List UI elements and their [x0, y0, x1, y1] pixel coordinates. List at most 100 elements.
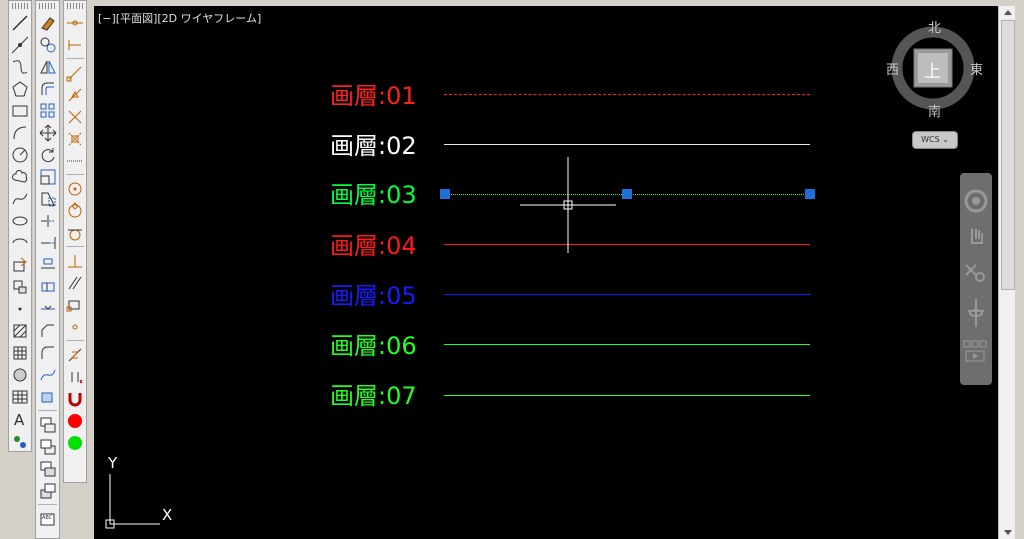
snap-from-icon: [68, 40, 81, 50]
trim-button[interactable]: [37, 210, 59, 231]
explode-button[interactable]: [37, 386, 59, 407]
offset-button[interactable]: [37, 78, 59, 99]
snap-none-button[interactable]: [64, 366, 86, 387]
snap-midpoint-button[interactable]: [64, 84, 86, 105]
snap-perpendicular-button[interactable]: [64, 250, 86, 271]
move-button[interactable]: [37, 122, 59, 143]
construction-line-button[interactable]: [9, 34, 31, 55]
polygon-button[interactable]: [9, 78, 31, 99]
layer-line-05[interactable]: [444, 294, 810, 295]
toolbar-grip[interactable]: [39, 3, 56, 9]
array-button[interactable]: [37, 100, 59, 121]
bring-above-button[interactable]: [37, 458, 59, 479]
viewport-label[interactable]: [−][平面図][2D ワイヤフレーム]: [98, 10, 261, 26]
line-tool-button[interactable]: [9, 12, 31, 33]
layer-line-06[interactable]: [444, 344, 810, 345]
quadrant-icon: [68, 202, 82, 218]
arc-button[interactable]: [9, 122, 31, 143]
drawing-canvas[interactable]: [−][平面図][2D ワイヤフレーム] 画層:01 画層:02 画層:03 画…: [94, 6, 998, 539]
erase-button[interactable]: [37, 12, 59, 33]
revision-cloud-button[interactable]: [9, 166, 31, 187]
mirror-button[interactable]: [37, 56, 59, 77]
snap-node-button[interactable]: [64, 316, 86, 337]
circle-button[interactable]: [9, 144, 31, 165]
green-dot-button[interactable]: [64, 432, 86, 453]
selection-grip-mid[interactable]: [622, 189, 632, 199]
wcs-menu-button[interactable]: WCS ⌄: [912, 131, 958, 149]
cloud-icon: [11, 169, 28, 183]
eraser-icon: [40, 17, 55, 31]
send-under-button[interactable]: [37, 480, 59, 501]
rectangle-button[interactable]: [9, 100, 31, 121]
point-button[interactable]: [9, 298, 31, 319]
extend-button[interactable]: [37, 232, 59, 253]
selection-grip-start[interactable]: [440, 189, 450, 199]
create-block-button[interactable]: [9, 276, 31, 297]
compass-east[interactable]: 東: [970, 59, 983, 78]
text-order-icon: ABC: [40, 513, 54, 526]
snap-endpoint-button[interactable]: [64, 62, 86, 83]
snap-insert-button[interactable]: [64, 294, 86, 315]
midpoint-icon: [68, 88, 82, 102]
bring-to-front-button[interactable]: [37, 414, 59, 435]
layer-label-03: 画層:03: [330, 181, 417, 209]
scroll-down-arrow[interactable]: [1004, 530, 1012, 535]
layer-line-01[interactable]: [444, 94, 810, 95]
scroll-up-arrow[interactable]: [1004, 10, 1012, 15]
snap-center-button[interactable]: [64, 178, 86, 199]
snap-parallel-button[interactable]: [64, 272, 86, 293]
snap-nearest-button[interactable]: [64, 344, 86, 365]
layer-line-07[interactable]: [444, 395, 810, 396]
layer-line-02[interactable]: [444, 144, 810, 145]
chamfer-button[interactable]: [37, 320, 59, 341]
snap-apparent-intersection-button[interactable]: [64, 128, 86, 149]
draw-order-icon: [40, 417, 55, 433]
snap-quadrant-button[interactable]: [64, 200, 86, 221]
blend-curves-button[interactable]: [37, 364, 59, 385]
ellipse-button[interactable]: [9, 210, 31, 231]
explode-icon: [41, 392, 52, 403]
join-button[interactable]: [37, 298, 59, 319]
table-button[interactable]: [9, 386, 31, 407]
snap-intersection-button[interactable]: [64, 106, 86, 127]
polyline-button[interactable]: [9, 56, 31, 77]
insert-block-icon: [13, 257, 27, 272]
break-at-point-button[interactable]: [37, 254, 59, 275]
toolbar-grip[interactable]: [12, 3, 28, 9]
insert-block-button[interactable]: [9, 254, 31, 275]
toolbar-grip[interactable]: [67, 3, 83, 9]
snap-extension-button[interactable]: [64, 150, 86, 171]
region-button[interactable]: [9, 364, 31, 385]
spline-button[interactable]: [9, 188, 31, 209]
hatch-button[interactable]: [9, 320, 31, 341]
compass-south[interactable]: 南: [928, 101, 941, 120]
layer-label-02: 画層:02: [330, 132, 417, 160]
text-button[interactable]: A: [9, 408, 31, 429]
xline-icon: [11, 36, 29, 54]
viewcube-top-face[interactable]: 上: [924, 57, 941, 82]
stretch-button[interactable]: [37, 188, 59, 209]
scale-button[interactable]: [37, 166, 59, 187]
compass-north[interactable]: 北: [928, 17, 941, 36]
copy-button[interactable]: [37, 34, 59, 55]
rotate-button[interactable]: [37, 144, 59, 165]
vertical-scrollbar[interactable]: [998, 6, 1016, 539]
text-to-front-button[interactable]: ABC: [37, 508, 59, 529]
ellipse-arc-button[interactable]: [9, 232, 31, 253]
temporary-track-point-button[interactable]: [64, 12, 86, 33]
compass-west[interactable]: 西: [886, 59, 899, 78]
selection-grip-end[interactable]: [805, 189, 815, 199]
snap-from-button[interactable]: [64, 34, 86, 55]
scale-icon: [40, 169, 55, 185]
layer-line-04[interactable]: [444, 244, 810, 245]
add-selected-button[interactable]: [9, 430, 31, 451]
array-icon: [40, 103, 54, 118]
red-dot-button[interactable]: [64, 410, 86, 431]
gradient-button[interactable]: [9, 342, 31, 363]
scroll-thumb[interactable]: [1001, 20, 1015, 290]
object-snap-settings-button[interactable]: [64, 388, 86, 409]
snap-tangent-button[interactable]: [64, 222, 86, 243]
break-button[interactable]: [37, 276, 59, 297]
fillet-button[interactable]: [37, 342, 59, 363]
send-to-back-button[interactable]: [37, 436, 59, 457]
